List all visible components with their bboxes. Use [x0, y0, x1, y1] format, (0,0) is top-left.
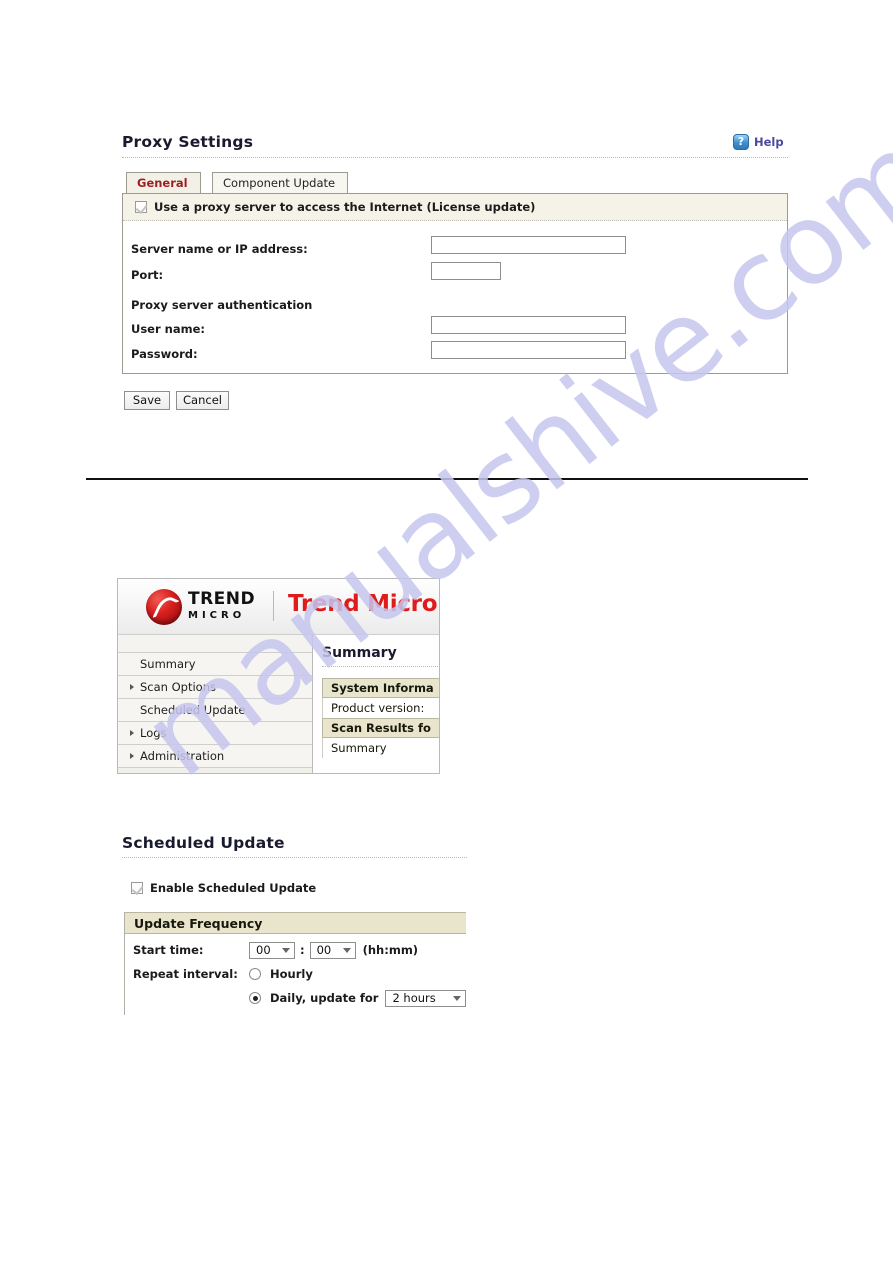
cancel-button[interactable]: Cancel	[176, 391, 229, 410]
table-row: Product version:	[322, 698, 439, 718]
title-divider	[122, 157, 788, 158]
use-proxy-label: Use a proxy server to access the Interne…	[154, 200, 536, 214]
wordmark-line-2: MICRO	[188, 610, 246, 621]
update-frequency-header: Update Frequency	[125, 912, 466, 934]
chevron-down-icon	[282, 947, 290, 953]
sidebar-item-logs[interactable]: Logs	[118, 722, 312, 745]
save-button[interactable]: Save	[124, 391, 170, 410]
page-divider	[86, 478, 808, 480]
sidebar-item-blank	[118, 768, 312, 773]
repeat-interval-row-daily: Daily, update for 2 hours	[125, 986, 466, 1010]
table-cell-label: Summary	[331, 741, 387, 755]
start-time-hours-select[interactable]: 00	[249, 941, 295, 959]
sidebar-item-label: Scan Options	[140, 680, 216, 694]
help-link[interactable]: ? Help	[733, 134, 784, 150]
repeat-daily-radio[interactable]	[249, 992, 261, 1004]
content-title-divider	[322, 666, 439, 667]
repeat-hourly-radio[interactable]	[249, 968, 261, 980]
sidebar-item-label: Logs	[140, 726, 167, 740]
username-label: User name:	[131, 322, 205, 336]
password-label: Password:	[131, 347, 198, 361]
repeat-interval-row-hourly: Repeat interval: Hourly	[125, 962, 466, 986]
chevron-down-icon	[342, 947, 351, 953]
help-question-icon: ?	[733, 134, 749, 150]
enable-scheduled-update-row[interactable]: Enable Scheduled Update	[131, 881, 316, 895]
username-input[interactable]	[431, 316, 626, 334]
table-header-system-information: System Informa	[322, 678, 439, 698]
tab-general[interactable]: General	[126, 172, 201, 193]
banner-divider	[273, 591, 274, 621]
port-input[interactable]	[431, 262, 501, 280]
console-content: Summary System Informa Product version: …	[313, 635, 439, 773]
sidebar-item-label: Scheduled Update	[140, 703, 246, 717]
scheduled-update-title: Scheduled Update	[122, 834, 285, 852]
start-time-hours-value: 00	[256, 943, 271, 957]
trend-micro-logo-icon	[146, 589, 182, 625]
console-sidebar: Summary Scan Options Scheduled Update Lo…	[118, 635, 313, 773]
table-row: Summary	[322, 738, 439, 758]
start-time-minutes-select[interactable]: 00	[309, 941, 356, 959]
use-proxy-checkbox[interactable]	[135, 201, 147, 213]
server-name-label: Server name or IP address:	[131, 242, 308, 256]
daily-duration-value: 2 hours	[392, 991, 436, 1005]
chevron-right-icon	[130, 730, 134, 736]
time-separator: :	[300, 943, 305, 957]
sidebar-item-label: Summary	[140, 657, 196, 671]
console-banner: TREND MICRO Trend Micro	[118, 579, 439, 635]
password-input[interactable]	[431, 341, 626, 359]
start-time-minutes-value: 00	[316, 943, 332, 957]
table-cell-label: Product version:	[331, 701, 425, 715]
enable-scheduled-update-label: Enable Scheduled Update	[150, 881, 317, 895]
chevron-down-icon	[453, 995, 461, 1001]
help-label: Help	[754, 135, 784, 149]
trend-micro-wordmark: TREND MICRO	[188, 591, 255, 621]
start-time-label: Start time:	[133, 943, 204, 957]
chevron-right-icon	[130, 753, 134, 759]
proxy-settings-title: Proxy Settings	[122, 133, 253, 151]
time-format-hint: (hh:mm)	[362, 943, 419, 957]
enable-scheduled-update-checkbox[interactable]	[131, 882, 143, 894]
sidebar-item-administration[interactable]: Administration	[118, 745, 312, 768]
update-frequency-panel: Update Frequency Start time: 00 : 00 (hh…	[124, 912, 466, 1015]
product-name: Trend Micro	[288, 591, 438, 617]
chevron-right-icon	[130, 684, 134, 690]
sidebar-item-summary[interactable]: Summary	[118, 653, 312, 676]
table-header-scan-results: Scan Results fo	[322, 718, 439, 738]
sidebar-item-scheduled-update[interactable]: Scheduled Update	[118, 699, 312, 722]
repeat-daily-label: Daily, update for	[270, 991, 379, 1005]
scheduled-update-divider	[122, 857, 467, 858]
sidebar-spacer	[118, 635, 312, 653]
auth-heading: Proxy server authentication	[131, 298, 313, 312]
content-title: Summary	[322, 645, 397, 661]
proxy-enable-row[interactable]: Use a proxy server to access the Interne…	[123, 194, 787, 221]
management-console-screenshot: TREND MICRO Trend Micro Summary Scan Opt…	[117, 578, 440, 774]
repeat-interval-label: Repeat interval:	[133, 967, 238, 981]
tab-component-update[interactable]: Component Update	[212, 172, 349, 193]
sidebar-item-scan-options[interactable]: Scan Options	[118, 676, 312, 699]
sidebar-item-label: Administration	[140, 749, 225, 763]
daily-duration-select[interactable]: 2 hours	[385, 989, 466, 1007]
server-name-input[interactable]	[431, 236, 626, 254]
repeat-hourly-label: Hourly	[270, 967, 313, 981]
table-header-label: System Informa	[331, 681, 434, 695]
wordmark-line-1: TREND	[188, 589, 256, 609]
tab-general-label: General	[137, 176, 188, 190]
page-title: Proxy Settings	[122, 133, 254, 151]
table-header-label: Scan Results fo	[331, 721, 431, 735]
proxy-settings-panel: Use a proxy server to access the Interne…	[122, 193, 788, 374]
start-time-row: Start time: 00 : 00 (hh:mm)	[125, 938, 466, 962]
tab-component-update-label: Component Update	[223, 176, 336, 190]
port-label: Port:	[131, 268, 164, 282]
scheduled-update-heading: Scheduled Update	[122, 834, 285, 852]
